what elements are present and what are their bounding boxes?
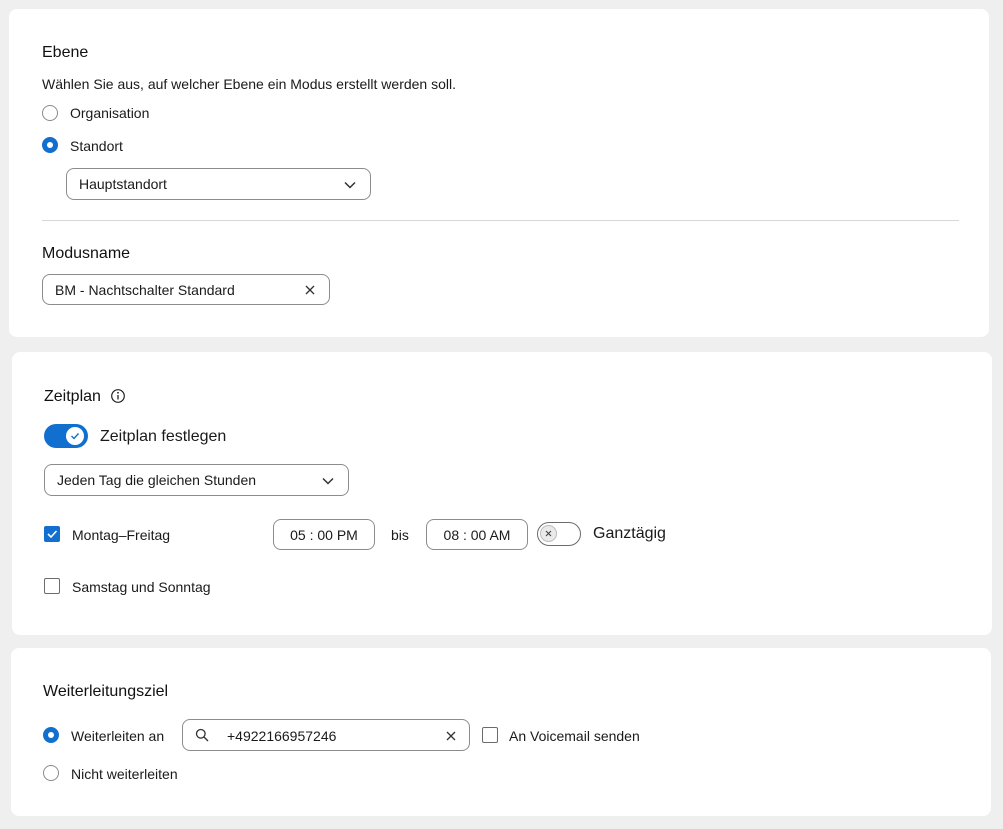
location-select[interactable]: Hauptstandort xyxy=(66,168,371,200)
close-icon[interactable] xyxy=(445,730,457,742)
end-time-input[interactable]: 08 : 00 AM xyxy=(426,519,528,550)
level-card: Ebene Wählen Sie aus, auf welcher Ebene … xyxy=(9,9,989,337)
schedule-select[interactable]: Jeden Tag die gleichen Stunden xyxy=(44,464,349,496)
forwarding-card: Weiterleitungsziel Weiterleiten an +4922… xyxy=(11,648,991,816)
info-icon[interactable] xyxy=(110,388,126,404)
radio-organisation-label[interactable]: Organisation xyxy=(70,105,149,121)
checkmark-icon xyxy=(47,530,58,539)
radio-forward-label[interactable]: Weiterleiten an xyxy=(71,728,164,744)
all-day-label: Ganztägig xyxy=(593,525,666,542)
voicemail-checkbox[interactable] xyxy=(482,727,498,743)
search-icon xyxy=(195,728,209,742)
modusname-value: BM - Nachtschalter Standard xyxy=(55,282,235,298)
location-select-value: Hauptstandort xyxy=(79,176,167,192)
voicemail-label[interactable]: An Voicemail senden xyxy=(509,728,640,744)
start-time-input[interactable]: 05 : 00 PM xyxy=(273,519,375,550)
ebene-description: Wählen Sie aus, auf welcher Ebene ein Mo… xyxy=(42,76,456,92)
all-day-toggle[interactable] xyxy=(537,522,581,546)
radio-standort[interactable] xyxy=(42,137,58,153)
modusname-title: Modusname xyxy=(42,245,131,262)
check-icon xyxy=(71,433,80,440)
schedule-toggle[interactable] xyxy=(44,424,88,448)
radio-no-forward-label[interactable]: Nicht weiterleiten xyxy=(71,766,178,782)
schedule-select-value: Jeden Tag die gleichen Stunden xyxy=(57,472,257,488)
zeitplan-title: Zeitplan xyxy=(44,388,101,405)
schedule-card: Zeitplan Zeitplan festlegen Jeden Tag di… xyxy=(12,352,992,635)
forward-number-value: +4922166957246 xyxy=(227,728,337,744)
ebene-title: Ebene xyxy=(42,44,89,61)
close-icon[interactable] xyxy=(304,284,316,296)
chevron-down-icon xyxy=(322,477,334,485)
time-separator: bis xyxy=(391,527,409,543)
forward-number-input[interactable]: +4922166957246 xyxy=(182,719,470,751)
schedule-toggle-label: Zeitplan festlegen xyxy=(100,428,227,445)
weekend-checkbox[interactable] xyxy=(44,578,60,594)
radio-forward[interactable] xyxy=(43,727,59,743)
weekdays-label[interactable]: Montag–Freitag xyxy=(72,527,170,543)
radio-no-forward[interactable] xyxy=(43,765,59,781)
chevron-down-icon xyxy=(344,181,356,189)
radio-organisation[interactable] xyxy=(42,105,58,121)
section-divider xyxy=(42,220,959,221)
end-time-value: 08 : 00 AM xyxy=(443,527,511,543)
start-time-value: 05 : 00 PM xyxy=(290,527,358,543)
radio-standort-label[interactable]: Standort xyxy=(70,138,123,154)
weekdays-checkbox[interactable] xyxy=(44,526,60,542)
weekend-label[interactable]: Samstag und Sonntag xyxy=(72,579,211,595)
weiterleitung-title: Weiterleitungsziel xyxy=(43,683,169,700)
close-icon xyxy=(545,530,552,537)
modusname-input[interactable]: BM - Nachtschalter Standard xyxy=(42,274,330,305)
